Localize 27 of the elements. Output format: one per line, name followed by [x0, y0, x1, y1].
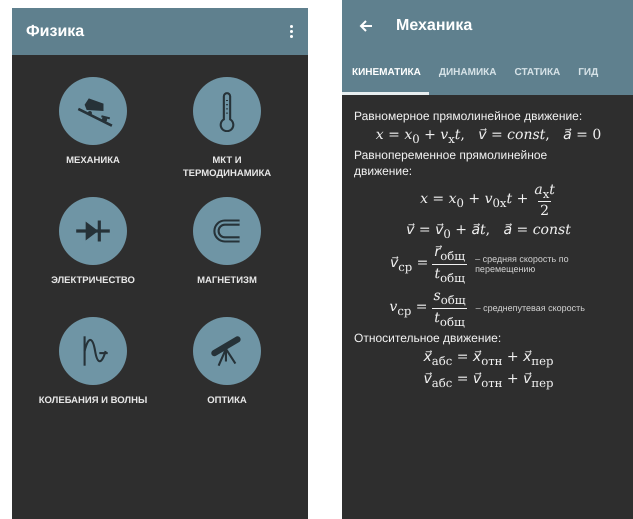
category-button[interactable]: МЕХАНИКА [26, 77, 160, 181]
category-button[interactable]: МАГНЕТИЗМ [160, 197, 294, 301]
formula-text: v⃗$_{абс}$ = v⃗$_{отн}$ + v⃗$_{пер}$ [423, 370, 554, 390]
fraction-denominator: t$_{общ}$ [432, 308, 467, 328]
formula-note: – средняя скорость по перемещению [475, 254, 570, 276]
screen-title: Физика [26, 22, 84, 40]
section-heading: Равномерное прямолинейное движение: [354, 109, 584, 125]
section-heading: Относительное движение: [354, 331, 502, 347]
fraction-numerator: s$_{общ}$ [432, 288, 467, 308]
fraction-numerator: r⃗$_{общ}$ [433, 244, 466, 264]
section-heading: Равнопеременное прямолинейное движение: [354, 148, 548, 180]
fraction-numerator: a$_{x}$t [533, 182, 556, 202]
formula-text: x⃗$_{абс}$ = x⃗$_{отн}$ + x⃗$_{пер}$ [423, 348, 554, 368]
screen-title: Механика [396, 17, 472, 35]
category-button[interactable]: МКТ И ТЕРМОДИНАМИКА [160, 77, 294, 181]
category-button[interactable]: КОЛЕБАНИЯ И ВОЛНЫ [26, 317, 160, 421]
formula-text: v⃗$_{ср}$ = [390, 255, 428, 274]
formula-text: x = x$_{0}$ + v$_{x}$t, v⃗ = const, a⃗ = 0 [376, 126, 602, 146]
formula-text: v$_{ср}$ = [389, 298, 428, 318]
formula-note: – среднепутевая скорость [476, 302, 586, 314]
category-button[interactable]: ОПТИКА [160, 317, 294, 421]
formula-text: v⃗ = v⃗$_{0}$ + a⃗t, a⃗ = const [406, 222, 571, 242]
fraction-denominator: 2 [538, 201, 552, 220]
fraction-denominator: t$_{общ}$ [432, 264, 467, 285]
category-button[interactable]: ЭЛЕКТРИЧЕСТВО [26, 197, 160, 301]
formula-text: x = x$_{0}$ + v$_{0x}$t + [420, 191, 528, 210]
back-icon[interactable] [358, 18, 374, 34]
